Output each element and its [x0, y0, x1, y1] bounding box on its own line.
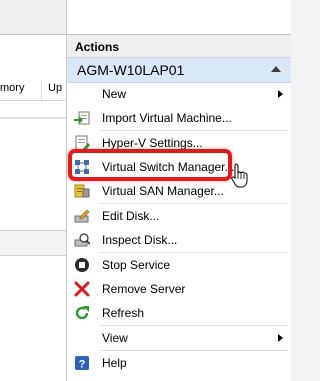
left-toolbar-strip [0, 0, 66, 35]
column-header-memory[interactable]: mory [0, 82, 24, 94]
action-label: Edit Disk... [102, 209, 160, 223]
host-name: AGM-W10LAP01 [77, 62, 185, 78]
host-group-header[interactable]: AGM-W10LAP01 [67, 58, 291, 83]
action-stop-service[interactable]: Stop Service [67, 253, 291, 277]
edit-disk-icon [74, 209, 90, 223]
help-icon: ? [75, 356, 89, 371]
details-header [0, 231, 66, 256]
left-pane: mory Up [0, 0, 67, 381]
action-label: Inspect Disk... [102, 233, 178, 247]
submenu-arrow-icon [278, 90, 283, 98]
highlight-box [68, 149, 232, 181]
submenu-arrow-icon [278, 334, 283, 342]
virtual-san-icon [74, 184, 90, 198]
action-view[interactable]: View [67, 326, 291, 350]
action-label: Import Virtual Machine... [102, 111, 232, 125]
svg-text:?: ? [79, 359, 86, 371]
action-label: Refresh [102, 306, 145, 320]
action-label: New [102, 87, 127, 101]
refresh-icon [75, 306, 89, 320]
action-edit-disk[interactable]: Edit Disk... [67, 204, 291, 228]
list-separator [0, 117, 66, 119]
import-vm-icon [74, 111, 90, 125]
action-refresh[interactable]: Refresh [67, 301, 291, 325]
column-divider[interactable] [41, 80, 42, 100]
stop-icon [75, 258, 89, 272]
action-label: View [102, 331, 128, 345]
action-label: Hyper-V Settings... [102, 136, 203, 150]
action-label: Remove Server [102, 282, 186, 296]
action-help[interactable]: ? Help [67, 351, 291, 375]
actions-title: Actions [75, 40, 120, 54]
action-inspect-disk[interactable]: Inspect Disk... [67, 228, 291, 252]
hand-cursor-icon [231, 163, 248, 188]
action-label: Virtual SAN Manager... [102, 184, 224, 198]
action-import-virtual-machine[interactable]: Import Virtual Machine... [67, 106, 291, 130]
collapse-arrow-icon[interactable] [271, 66, 281, 72]
action-virtual-san-manager[interactable]: Virtual SAN Manager... [67, 179, 291, 203]
action-new[interactable]: New [67, 82, 291, 106]
inspect-disk-icon [74, 233, 90, 247]
actions-pane: Actions AGM-W10LAP01 New Import Virtual … [67, 0, 291, 381]
action-label: Help [102, 356, 127, 370]
action-remove-server[interactable]: Remove Server [67, 277, 291, 301]
remove-x-icon [74, 281, 90, 297]
actions-header: Actions [67, 34, 291, 58]
action-label: Stop Service [102, 258, 171, 272]
column-header-uptime[interactable]: Up [48, 82, 62, 94]
column-header-row: mory Up [0, 80, 66, 101]
